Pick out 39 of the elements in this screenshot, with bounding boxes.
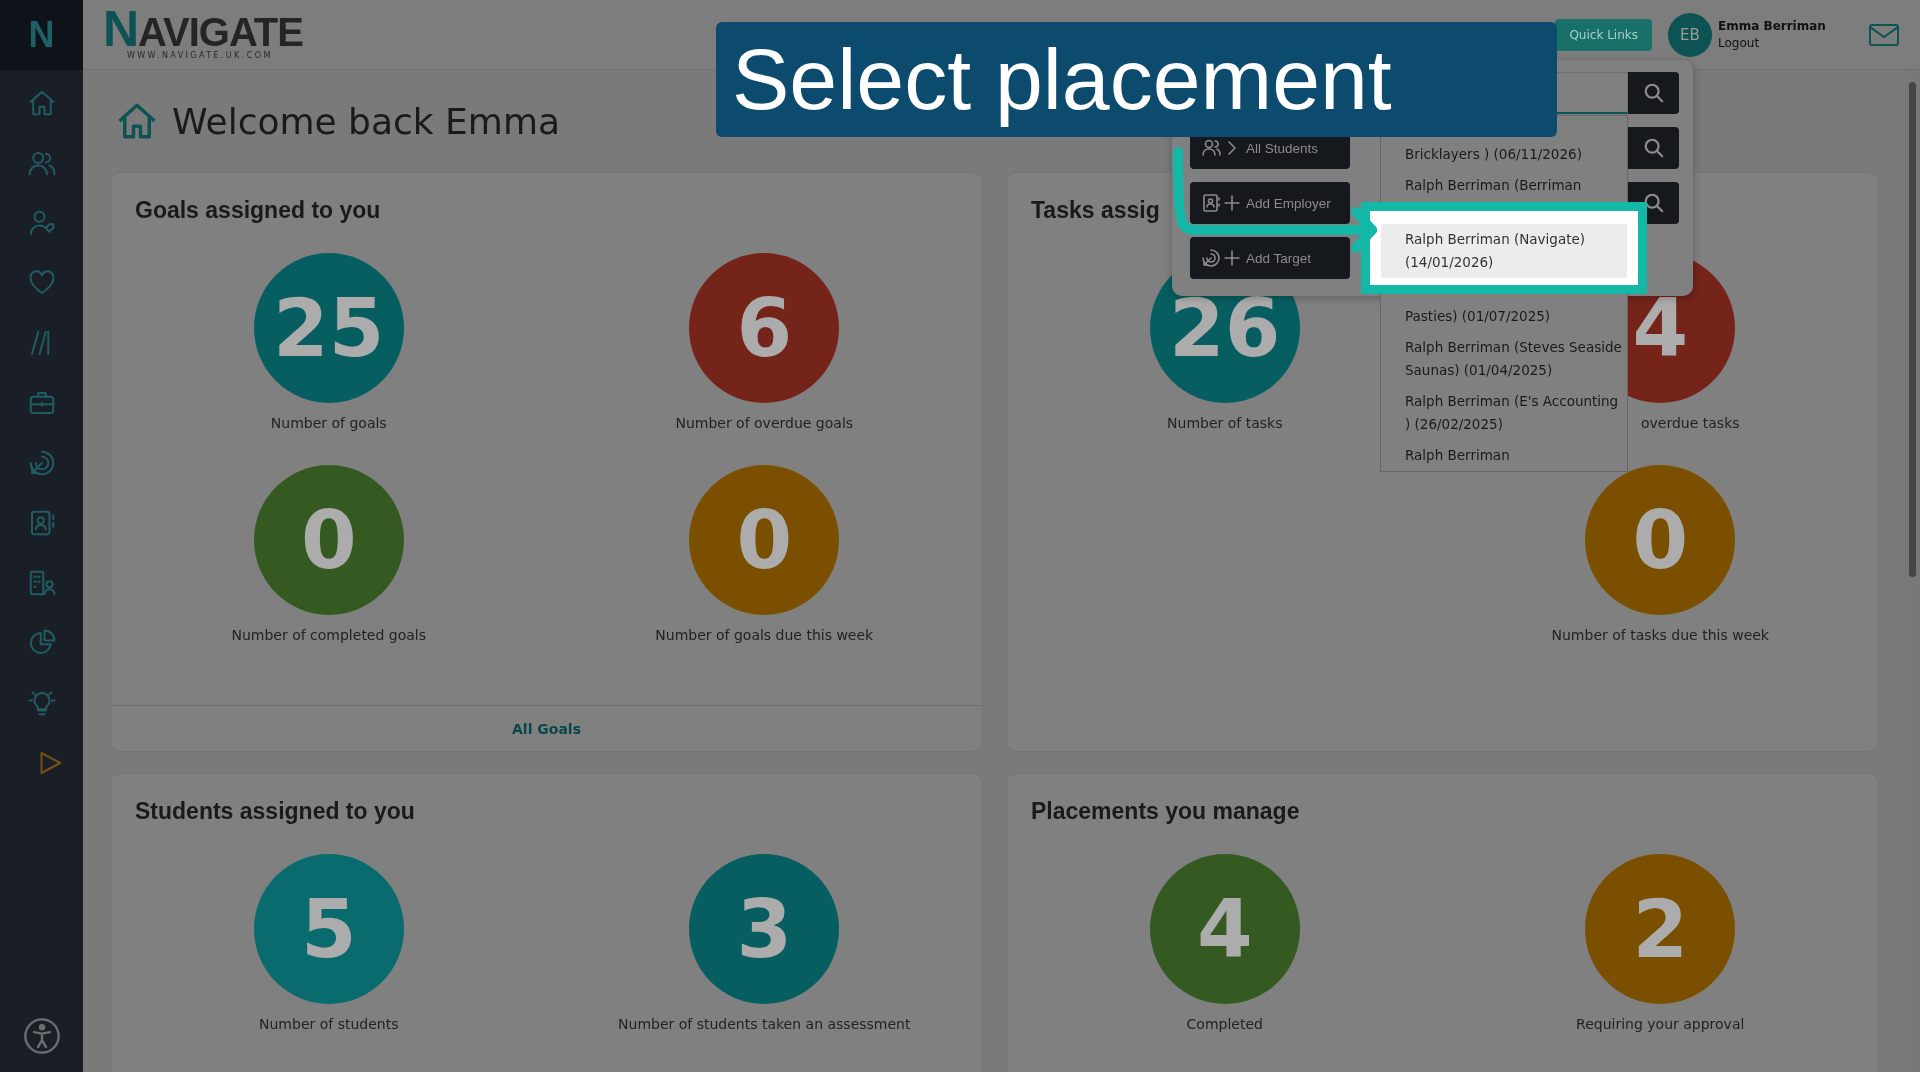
- card-title: Goals assigned to you: [134, 196, 382, 225]
- stat-label: Number of overdue goals: [675, 415, 854, 431]
- stat-label: Number of goals due this week: [655, 627, 874, 643]
- stat-label: Number of tasks: [1167, 415, 1283, 431]
- quick-links-button[interactable]: Quick Links: [1555, 18, 1652, 51]
- logout-link[interactable]: Logout: [1718, 36, 1838, 50]
- placement-option[interactable]: Ralph Berriman (Berriman: [1381, 170, 1627, 201]
- stat-circle[interactable]: 25: [253, 253, 404, 403]
- stat-label: Number of students: [259, 1016, 399, 1032]
- card-title: Students assigned to you: [134, 797, 416, 826]
- stat-label: Number of tasks due this week: [1551, 627, 1769, 643]
- page-title: Welcome back Emma: [172, 100, 561, 142]
- stat-label: overdue tasks: [1640, 415, 1740, 431]
- stat-circle[interactable]: 5: [253, 854, 404, 1004]
- card-title: Placements you manage: [1030, 797, 1301, 826]
- stat-circle[interactable]: 6: [689, 253, 840, 403]
- stat-label: Number of goals: [270, 415, 387, 431]
- logo-tagline: WWW.NAVIGATE.UK.COM: [127, 50, 274, 60]
- stat-circle[interactable]: 0: [689, 465, 840, 615]
- logo-wordmark[interactable]: NAVIGATE: [103, 9, 303, 51]
- placement-option[interactable]: Bricklayers ) (06/11/2026): [1381, 139, 1627, 170]
- stat-circle[interactable]: 0: [253, 465, 404, 615]
- user-avatar[interactable]: EB: [1668, 12, 1712, 57]
- user-name: Emma Berriman: [1718, 19, 1827, 33]
- instruction-tooltip: Select placement: [716, 22, 1557, 137]
- quick-link-button[interactable]: Add Target: [1190, 237, 1350, 279]
- stat-circle[interactable]: 2: [1585, 854, 1736, 1004]
- stat-circle[interactable]: 3: [689, 854, 840, 1004]
- placement-option[interactable]: Ralph Berriman (Navigate) (14/01/2026): [1381, 224, 1627, 278]
- stat-label: Number of students taken an assessment: [618, 1016, 911, 1032]
- stat-circle[interactable]: 0: [1585, 465, 1736, 615]
- brand-logo[interactable]: N: [0, 0, 83, 70]
- stat-label: Requiring your approval: [1576, 1016, 1745, 1032]
- stat-circle[interactable]: 4: [1149, 854, 1300, 1004]
- quick-link-button[interactable]: Add Employer: [1190, 182, 1350, 224]
- stat-label: Completed: [1186, 1016, 1263, 1032]
- all-goals-link[interactable]: All Goals: [512, 720, 581, 737]
- card-title: Tasks assig: [1030, 196, 1161, 225]
- stat-label: Number of completed goals: [231, 627, 427, 643]
